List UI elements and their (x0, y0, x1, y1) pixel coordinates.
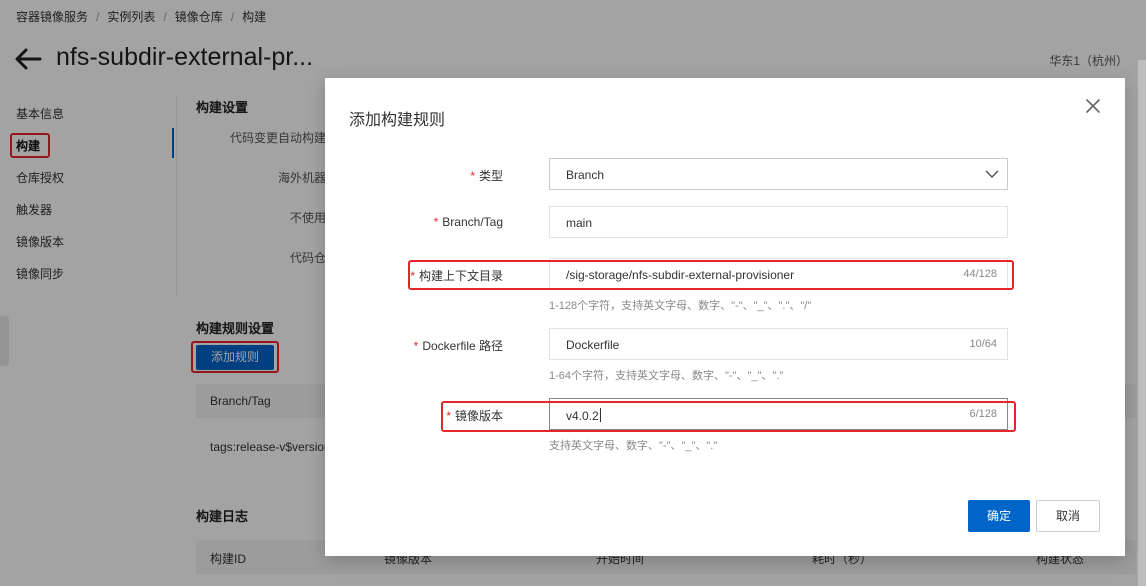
branch-tag-label: * Branch/Tag (433, 215, 503, 229)
highlight-context-dir (408, 260, 1014, 290)
image-version-hint: 支持英文字母、数字、"-"、"_"、"." (549, 440, 718, 452)
chevron-down-icon (985, 170, 999, 179)
dockerfile-value: Dockerfile (566, 338, 620, 352)
dockerfile-count: 10/64 (969, 338, 997, 350)
add-build-rule-dialog: 添加构建规则 * 类型 Branch * Branch/Tag main * 构建上下… (325, 78, 1125, 556)
dockerfile-input[interactable]: Dockerfile 10/64 (549, 328, 1008, 360)
highlight-image-version (441, 401, 1016, 432)
close-icon[interactable] (1085, 98, 1101, 114)
context-dir-hint: 1-128个字符，支持英文字母、数字、"-"、"_"、"."、"/" (549, 300, 812, 312)
type-select[interactable]: Branch (549, 158, 1008, 190)
page-scrollbar[interactable] (1138, 60, 1146, 586)
dockerfile-label: * Dockerfile 路径 (413, 339, 503, 353)
branch-tag-value: main (566, 216, 593, 230)
cancel-button[interactable]: 取消 (1036, 500, 1100, 532)
dockerfile-hint: 1-64个字符，支持英文字母、数字、"-"、"_"、"." (549, 370, 784, 382)
type-select-value: Branch (566, 168, 605, 182)
confirm-button[interactable]: 确定 (968, 500, 1030, 532)
dialog-title: 添加构建规则 (349, 112, 446, 129)
branch-tag-input[interactable]: main (549, 206, 1008, 238)
type-label: * 类型 (470, 169, 503, 183)
